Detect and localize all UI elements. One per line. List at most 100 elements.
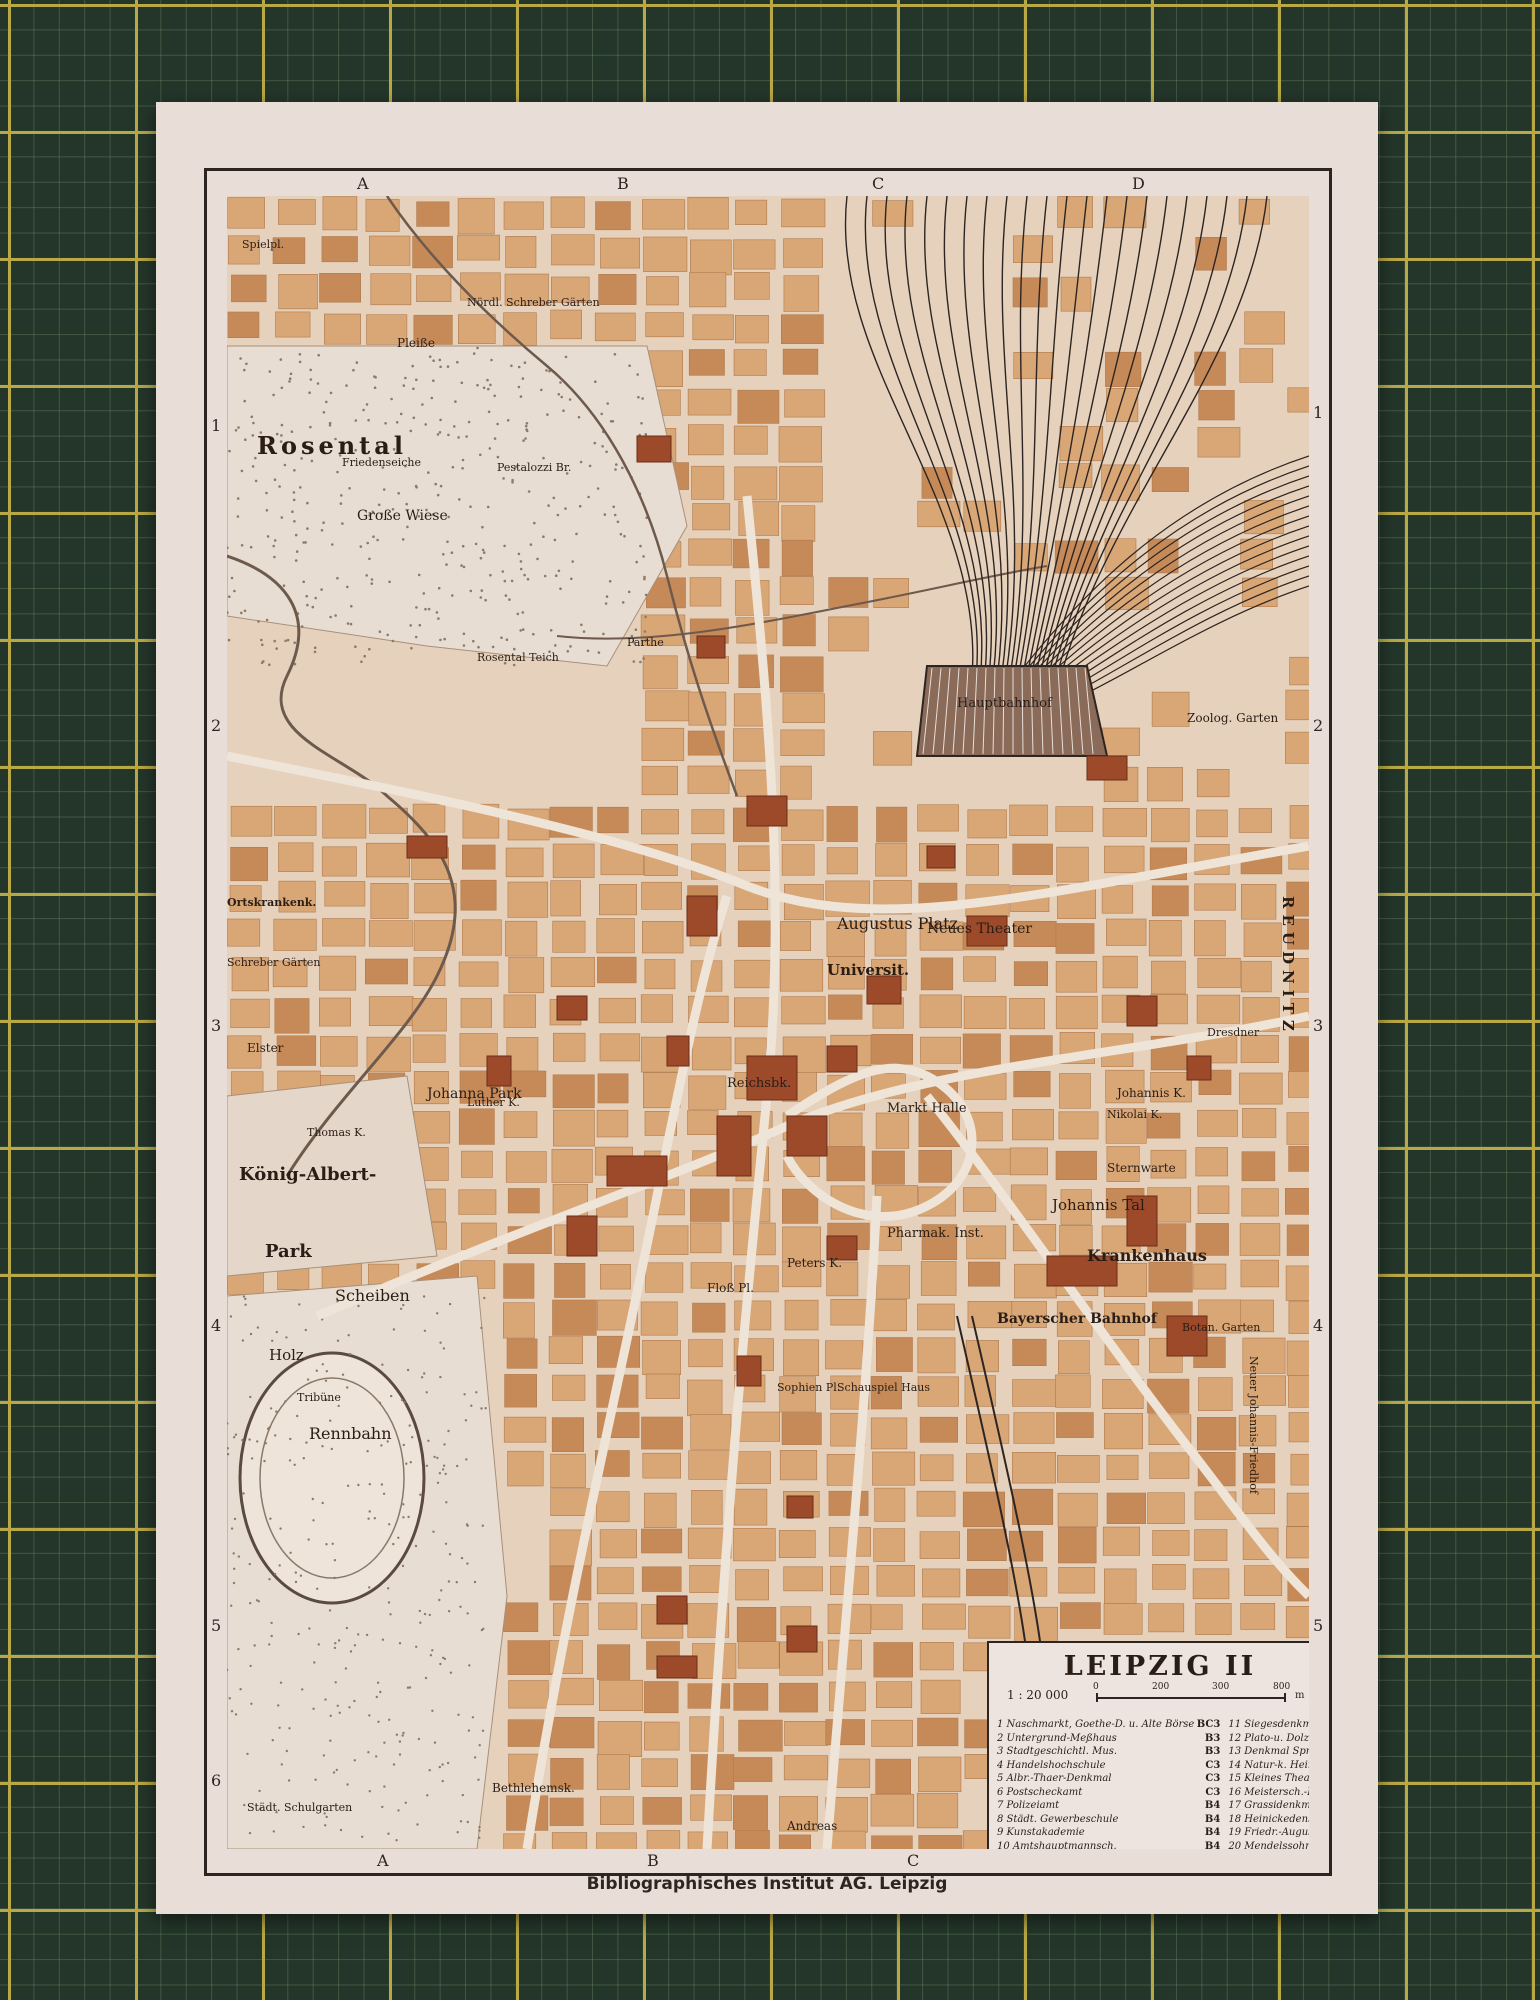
city-block <box>922 1568 961 1598</box>
tree-dot <box>400 1398 404 1402</box>
tree-dot <box>480 589 484 592</box>
tree-dot <box>425 1391 428 1394</box>
tree-dot <box>336 1704 339 1708</box>
city-block <box>503 1111 538 1138</box>
city-block <box>1103 1413 1143 1450</box>
tree-dot <box>496 455 500 459</box>
tree-dot <box>268 370 272 373</box>
grid-column-bottom-b: B <box>647 1851 659 1870</box>
tree-dot <box>275 647 278 650</box>
city-block <box>783 1339 820 1377</box>
city-block <box>1151 960 1186 995</box>
tree-dot <box>439 638 442 642</box>
tree-dot <box>317 1643 320 1646</box>
tree-dot <box>408 1686 412 1689</box>
city-map[interactable]: Rosental Große Wiese König-Albert- Park Sche… <box>227 196 1309 1849</box>
city-block <box>461 1150 493 1178</box>
tree-dot <box>256 1326 260 1329</box>
city-block <box>230 998 270 1028</box>
tree-dot <box>480 1407 483 1410</box>
tree-dot <box>557 393 561 396</box>
city-block <box>642 1340 681 1376</box>
city-block <box>369 807 408 834</box>
city-block <box>1289 656 1309 686</box>
tree-dot <box>392 1542 395 1546</box>
grid-column-bottom-a: A <box>377 1851 389 1870</box>
city-block <box>733 997 771 1028</box>
tree-dot <box>616 520 620 524</box>
tree-dot <box>339 1828 343 1832</box>
tree-dot <box>278 485 281 488</box>
map-label-pharmak-inst: Pharmak. Inst. <box>887 1226 984 1241</box>
city-block <box>779 1682 818 1713</box>
city-block <box>1239 348 1274 383</box>
tree-dot <box>635 560 638 564</box>
legend-item-20: 20 Mendelssohn-B.-D.B4 <box>1228 1840 1309 1850</box>
tree-dot <box>503 544 506 548</box>
tree-dot <box>407 1515 410 1519</box>
legend-item-11: 11 SiegesdenkmalB3 <box>1228 1718 1309 1732</box>
tree-dot <box>493 437 497 440</box>
city-block <box>735 199 768 226</box>
tree-dot <box>640 422 643 425</box>
tree-dot <box>431 1649 434 1652</box>
tree-dot <box>444 1472 447 1476</box>
tree-dot <box>479 596 483 599</box>
city-block <box>784 389 826 418</box>
tree-dot <box>388 580 391 584</box>
tree-dot <box>272 544 275 548</box>
city-block <box>504 1374 538 1408</box>
tree-dot <box>526 577 530 581</box>
city-block <box>1103 1568 1137 1605</box>
grid-row-right-1: 1 <box>1313 403 1324 422</box>
city-block <box>1009 804 1048 836</box>
tree-dot <box>324 1824 327 1827</box>
tree-dot <box>481 1524 484 1527</box>
legend-item-text: 3 Stadtgeschichtl. Mus. <box>997 1746 1118 1757</box>
legend-item-13: 13 Denkmal Sprengung d. ElsterbrückeA3 <box>1228 1745 1309 1759</box>
tree-dot <box>446 1761 450 1765</box>
city-block <box>1055 1150 1097 1181</box>
scale-bar-graphic <box>1096 1693 1286 1702</box>
tree-dot <box>433 1455 436 1459</box>
public-building <box>606 1155 668 1187</box>
tree-dot <box>294 559 298 562</box>
city-block <box>1240 1259 1280 1288</box>
tree-dot <box>368 557 371 561</box>
tree-dot <box>294 533 298 537</box>
tree-dot <box>363 654 366 658</box>
tree-dot <box>401 1734 404 1737</box>
city-block <box>550 880 582 917</box>
tree-dot <box>553 538 557 542</box>
tree-dot <box>293 641 296 644</box>
city-block <box>599 1033 641 1062</box>
city-block <box>503 994 536 1028</box>
city-block <box>916 1490 956 1517</box>
tree-dot <box>404 1801 407 1805</box>
tree-dot <box>543 574 547 578</box>
tree-dot <box>416 1823 419 1826</box>
legend-item-text: 5 Albr.-Thaer-Denkmal <box>997 1773 1112 1784</box>
tree-dot <box>288 1727 291 1730</box>
tree-dot <box>309 425 312 429</box>
tree-dot <box>348 487 351 490</box>
tree-dot <box>237 426 240 429</box>
tree-dot <box>546 413 549 416</box>
city-block <box>1288 1300 1309 1334</box>
city-block <box>782 614 816 647</box>
city-block <box>1239 1072 1283 1105</box>
legend-item-18: 18 HeinickedenkmalC4 <box>1228 1813 1309 1827</box>
city-block <box>1106 1454 1139 1480</box>
grid-row-right-3: 3 <box>1313 1016 1324 1035</box>
tree-dot <box>438 1765 441 1769</box>
tree-dot <box>439 1341 442 1344</box>
tree-dot <box>562 409 565 412</box>
city-block <box>1243 922 1282 957</box>
tree-dot <box>308 391 311 394</box>
city-block <box>1290 1453 1309 1486</box>
tree-dot <box>381 1638 385 1641</box>
tree-dot <box>524 424 528 428</box>
tree-dot <box>228 595 231 598</box>
city-block <box>687 196 729 230</box>
tree-dot <box>442 1656 445 1660</box>
